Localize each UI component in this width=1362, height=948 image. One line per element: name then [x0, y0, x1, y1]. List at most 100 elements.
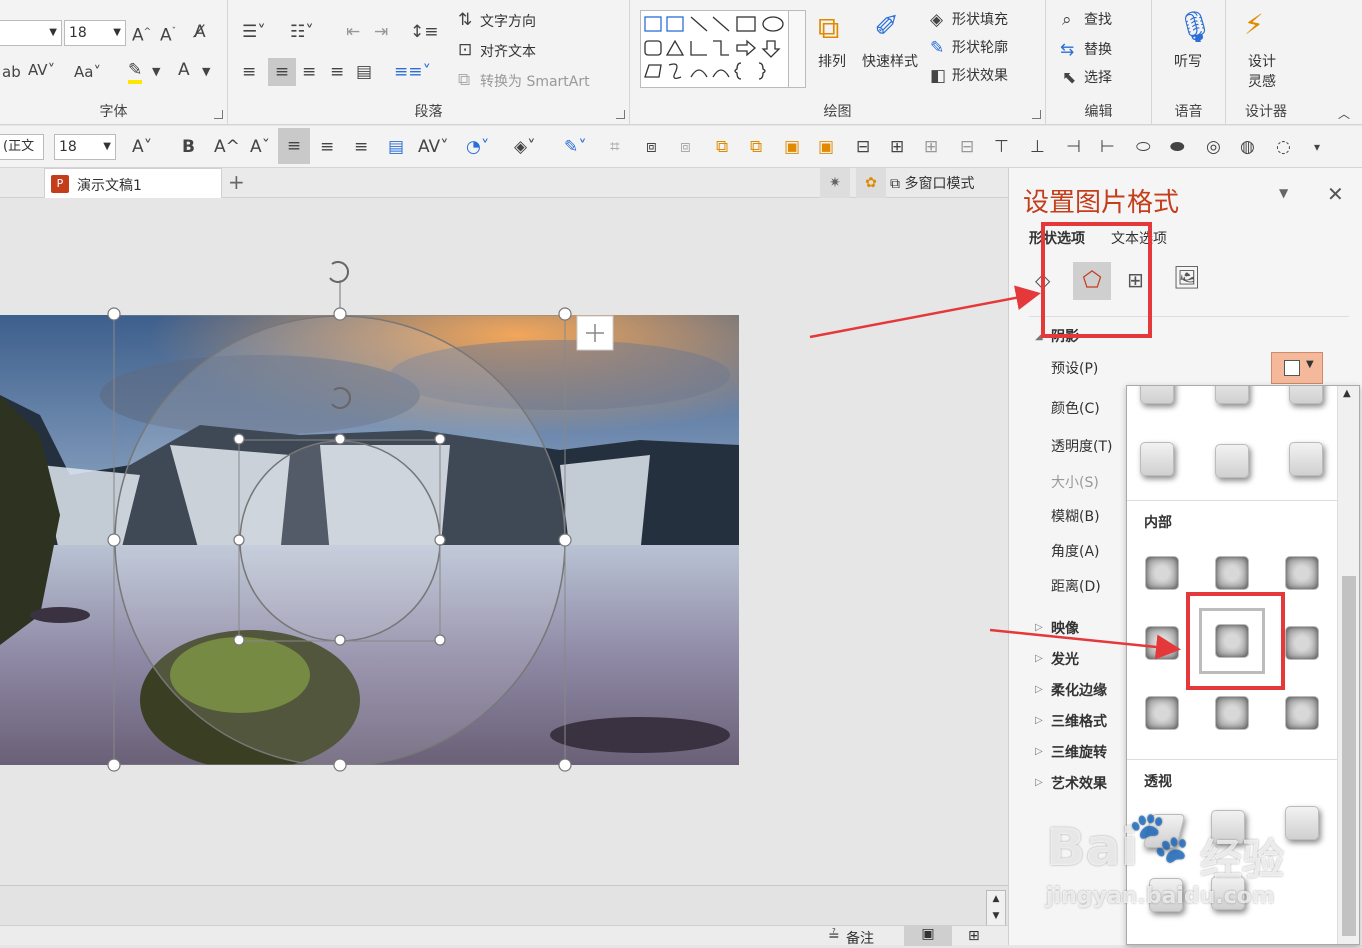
collapse-ribbon-icon[interactable]: ︿: [1338, 104, 1350, 124]
align-bottom-icon[interactable]: ⊥: [1030, 137, 1045, 157]
connector-icon[interactable]: ⌗: [610, 137, 620, 157]
selection-handles[interactable]: [0, 250, 740, 780]
find-button[interactable]: 查找: [1084, 10, 1112, 30]
gallery-scrollbar[interactable]: ▲: [1337, 386, 1359, 944]
design-ideas-line1[interactable]: 设计: [1248, 52, 1276, 72]
intersect-icon[interactable]: ◍: [1240, 137, 1255, 157]
search-icon[interactable]: ⌕: [1062, 10, 1072, 30]
shape-fill-button[interactable]: 形状填充: [952, 10, 1008, 30]
align-right-obj-icon[interactable]: ⊣: [1066, 137, 1081, 157]
shape-effects-icon[interactable]: ◧: [930, 66, 946, 86]
shadow-outer-swatch[interactable]: [1289, 442, 1323, 476]
font-size-select[interactable]: 18 ▼: [54, 134, 116, 160]
select-button[interactable]: 选择: [1084, 68, 1112, 88]
shape-outline-icon[interactable]: ✎˅: [564, 137, 587, 157]
arrange-icon[interactable]: ⧉: [818, 12, 839, 46]
section-soft-edges[interactable]: 柔化边缘: [1051, 680, 1107, 700]
justify-icon[interactable]: ≡: [330, 62, 344, 82]
align-center-icon[interactable]: ≡: [278, 128, 310, 164]
inner-shadow-swatch[interactable]: [1145, 556, 1179, 590]
dictate-button[interactable]: 听写: [1174, 52, 1202, 72]
grow-font-icon[interactable]: A^: [132, 22, 151, 46]
dialog-launcher-icon[interactable]: [616, 110, 625, 119]
new-tab-button[interactable]: +: [228, 170, 245, 194]
union-icon[interactable]: ⬭: [1136, 137, 1151, 157]
font-color-icon[interactable]: A˅: [132, 137, 152, 157]
ungroup-icon[interactable]: ⧈: [680, 137, 691, 157]
magic-icon[interactable]: ✷: [820, 168, 850, 198]
font-name-select[interactable]: ▼: [0, 20, 62, 46]
inner-shadow-swatch[interactable]: [1215, 556, 1249, 590]
document-tab[interactable]: P 演示文稿1: [44, 168, 222, 198]
shadow-outer-swatch[interactable]: [1140, 386, 1174, 404]
shape-effects-button[interactable]: 形状效果: [952, 66, 1008, 86]
distributed-icon[interactable]: ▤: [356, 62, 372, 82]
bring-front-icon[interactable]: ▣: [784, 137, 800, 157]
shape-fill-icon[interactable]: ◈˅: [514, 137, 536, 157]
inner-shadow-swatch[interactable]: [1215, 696, 1249, 730]
distribute-h-icon[interactable]: ⊞: [924, 137, 938, 157]
shrink-font-icon[interactable]: Aˇ: [250, 137, 270, 157]
dialog-launcher-icon[interactable]: [214, 110, 223, 119]
gear-icon[interactable]: ✿: [856, 168, 886, 198]
font-size-select[interactable]: 18 ▼: [64, 20, 126, 46]
distributed-icon[interactable]: ▤: [388, 137, 404, 157]
bold-button[interactable]: B: [182, 137, 195, 157]
strikethrough-icon[interactable]: ab: [2, 62, 21, 82]
chevron-down-icon[interactable]: ▼: [152, 62, 160, 82]
send-backward-icon[interactable]: ⧉: [750, 137, 762, 157]
slide-sorter-icon[interactable]: ⊞: [968, 928, 980, 944]
decrease-indent-icon[interactable]: ⇤: [346, 22, 360, 42]
shrink-font-icon[interactable]: Aˇ: [160, 22, 176, 46]
change-case-icon[interactable]: Aa˅: [74, 62, 101, 82]
perspective-shadow-swatch[interactable]: [1285, 806, 1319, 840]
numbering-icon[interactable]: ☷˅: [290, 22, 314, 42]
bring-forward-icon[interactable]: ⧉: [716, 137, 728, 157]
text-direction-button[interactable]: 文字方向: [480, 12, 536, 32]
increase-indent-icon[interactable]: ⇥: [374, 22, 388, 42]
quick-styles-icon[interactable]: ✐: [874, 10, 899, 44]
inner-shadow-swatch[interactable]: [1285, 556, 1319, 590]
section-reflection[interactable]: 映像: [1051, 618, 1079, 638]
inner-shadow-swatch[interactable]: [1145, 626, 1179, 660]
toolbar-more-icon[interactable]: ▾: [1314, 137, 1320, 157]
justify-icon[interactable]: ≡: [320, 137, 334, 157]
shape-outline-button[interactable]: 形状轮廓: [952, 38, 1008, 58]
clear-format-icon[interactable]: A̸: [194, 22, 206, 42]
dialog-launcher-icon[interactable]: [1032, 110, 1041, 119]
replace-button[interactable]: 替换: [1084, 40, 1112, 60]
grow-font-icon[interactable]: A^: [214, 137, 240, 157]
shadow-outer-swatch[interactable]: [1289, 386, 1323, 404]
notes-button[interactable]: 备注: [846, 928, 874, 948]
align-top-icon[interactable]: ⊤: [994, 137, 1009, 157]
align-right-icon[interactable]: ≡: [302, 62, 316, 82]
design-ideas-line2[interactable]: 灵感: [1248, 72, 1276, 92]
align-right-icon[interactable]: ≡: [354, 137, 368, 157]
combine-icon[interactable]: ⬬: [1170, 137, 1185, 157]
shadow-outer-swatch[interactable]: [1215, 386, 1249, 404]
line-spacing-icon[interactable]: ↕≡: [410, 22, 439, 42]
inner-shadow-swatch[interactable]: [1285, 626, 1319, 660]
close-icon[interactable]: ✕: [1327, 182, 1344, 206]
inner-shadow-swatch[interactable]: [1285, 696, 1319, 730]
cursor-icon[interactable]: ⬉: [1062, 68, 1076, 88]
send-back-icon[interactable]: ▣: [818, 137, 834, 157]
highlight-icon[interactable]: ✎: [128, 60, 143, 84]
quick-styles-button[interactable]: 快速样式: [862, 52, 918, 72]
pane-options-icon[interactable]: ▼: [1279, 186, 1288, 200]
scroll-arrows[interactable]: ▲ ▼: [986, 890, 1006, 926]
char-spacing-icon[interactable]: AV˅: [28, 60, 55, 80]
scroll-up-icon[interactable]: ▲: [1343, 388, 1351, 399]
arrange-button[interactable]: 排列: [818, 52, 846, 72]
design-ideas-icon[interactable]: ⚡: [1244, 8, 1264, 42]
microphone-icon[interactable]: 🎙: [1176, 10, 1214, 46]
convert-smartart-button[interactable]: 转换为 SmartArt: [480, 72, 590, 92]
shape-outline-icon[interactable]: ✎: [930, 38, 944, 58]
inner-shadow-swatch[interactable]: [1145, 696, 1179, 730]
shape-fill-icon[interactable]: ◈: [930, 10, 943, 30]
section-3d-format[interactable]: 三维格式: [1051, 711, 1107, 731]
font-color-icon[interactable]: A: [178, 60, 190, 80]
section-3d-rotation[interactable]: 三维旋转: [1051, 742, 1107, 762]
bullets-icon[interactable]: ☰˅: [242, 22, 266, 42]
columns-icon[interactable]: ≡≡˅: [394, 62, 431, 82]
